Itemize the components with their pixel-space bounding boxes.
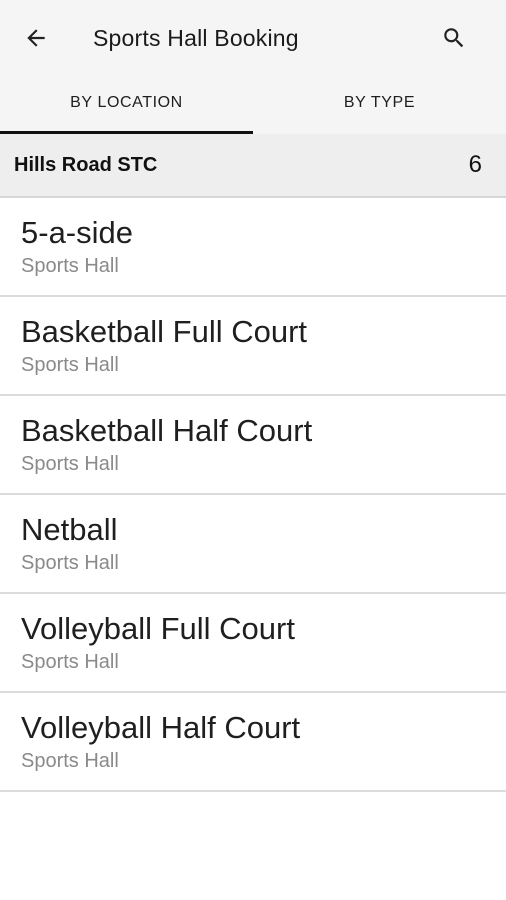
facility-name: Netball — [21, 512, 118, 547]
facility-name: Volleyball Full Court — [21, 611, 295, 646]
list-item[interactable]: Basketball Half Court Sports Hall — [0, 396, 506, 495]
facility-name: Basketball Full Court — [21, 314, 308, 349]
list-item[interactable]: Volleyball Full Court Sports Hall — [0, 594, 506, 693]
facility-location: Sports Hall — [21, 354, 119, 376]
facility-name: Volleyball Half Court — [21, 710, 301, 745]
arrow-left-icon — [27, 29, 45, 47]
facility-list: 5-a-side Sports Hall Basketball Full Cou… — [0, 198, 506, 792]
facility-name: Basketball Half Court — [21, 413, 313, 448]
page-title: Sports Hall Booking — [93, 24, 299, 51]
facility-location: Sports Hall — [21, 552, 119, 574]
list-item[interactable]: Basketball Full Court Sports Hall — [0, 297, 506, 396]
search-button[interactable] — [434, 18, 474, 58]
facility-location: Sports Hall — [21, 255, 119, 277]
list-item[interactable]: Volleyball Half Court Sports Hall — [0, 693, 506, 792]
tab-by-type[interactable]: BY TYPE — [253, 76, 506, 134]
tab-by-location[interactable]: BY LOCATION — [0, 76, 253, 134]
back-button[interactable] — [16, 18, 56, 58]
facility-name: 5-a-side — [21, 215, 133, 250]
facility-count: 6 — [468, 151, 482, 178]
app-bar: Sports Hall Booking — [0, 0, 506, 76]
location-name: Hills Road STC — [14, 153, 158, 176]
list-item[interactable]: Netball Sports Hall — [0, 495, 506, 594]
search-icon — [444, 28, 464, 48]
tab-bar: BY LOCATION BY TYPE — [0, 76, 506, 134]
facility-location: Sports Hall — [21, 453, 119, 475]
facility-location: Sports Hall — [21, 750, 119, 772]
facility-location: Sports Hall — [21, 651, 119, 673]
location-header: Hills Road STC 6 — [0, 134, 506, 198]
list-item[interactable]: 5-a-side Sports Hall — [0, 198, 506, 297]
